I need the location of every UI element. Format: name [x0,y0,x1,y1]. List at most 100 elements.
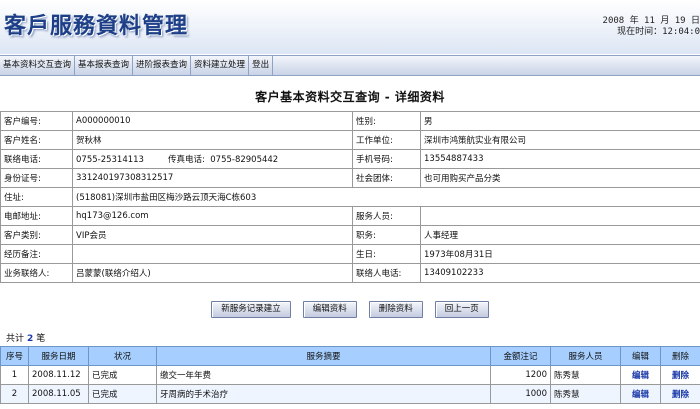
contact-label: 业务联络人: [0,263,73,283]
phone-label: 联络电话: [0,149,73,169]
company-label: 工作单位: [352,130,421,150]
record-count: 共计 2 笔 [6,331,45,344]
mobile-label: 手机号码: [352,149,421,169]
col-header-delete: 删除 [660,346,700,366]
detail-row: 电邮地址: hq173@126.com 服务人员: [0,206,700,226]
id-value: 331240197308312517 [72,168,353,188]
menu-advanced-report[interactable]: 进阶报表查询 [133,56,192,75]
menu-basic-query[interactable]: 基本资料交互查询 [0,56,76,75]
customer-no-value: A000000010 [72,111,353,131]
row-date: 2008.11.05 [28,384,89,404]
menu-logout[interactable]: 登出 [249,56,274,75]
table-row: 2 2008.11.05 已完成 牙周病的手术治疗 1000 陈秀慧 编辑 删除 [0,384,700,404]
position-value: 人事经理 [420,225,700,245]
fax-label: 传真电话: [167,155,205,165]
row-amount: 1000 [490,384,551,404]
table-row: 1 2008.11.12 已完成 缴交一年年费 1200 陈秀慧 编辑 删除 [0,365,700,385]
service-records-table: 序号 服务日期 状况 服务摘要 金额注记 服务人员 编辑 删除 1 2008.1… [0,346,700,404]
group-label: 社会团体: [352,168,421,188]
date-time-box: 2008 年 11 月 19 日 现在时间：12:04:0 [603,16,700,38]
category-value: VIP会员 [72,225,353,245]
detail-row: 联络电话: 0755-25314113 传真电话: 0755-82905442 手… [0,149,700,169]
back-button[interactable]: 回上一页 [434,301,489,318]
row-edit-link[interactable]: 编辑 [620,384,661,404]
row-status: 已完成 [88,365,157,385]
service-staff-label: 服务人员: [352,206,421,226]
row-summary: 牙周病的手术治疗 [156,384,491,404]
main-menu: 基本资料交互查询 基本报表查询 进阶报表查询 资料建立处理 登出 [0,55,700,76]
app-logo-title: 客戶服務資料管理 [4,14,189,39]
company-value: 深圳市鸿策航实业有限公司 [420,130,700,150]
contact-phone-label: 联络人电话: [352,263,421,283]
col-header-staff: 服务人员 [550,346,621,366]
row-amount: 1200 [490,365,551,385]
gender-label: 性别: [352,111,421,131]
phone-fax-cell: 0755-25314113 传真电话: 0755-82905442 [72,149,353,169]
phone-value: 0755-25314113 [76,155,144,165]
record-count-prefix: 共计 [6,334,25,344]
row-status: 已完成 [88,384,157,404]
row-edit-link[interactable]: 编辑 [620,365,661,385]
detail-row: 客户类别: VIP会员 职务: 人事经理 [0,225,700,245]
col-header-edit: 编辑 [620,346,661,366]
detail-row: 客户编号: A000000010 性别: 男 [0,111,700,131]
detail-row: 客户姓名: 贺秋林 工作单位: 深圳市鸿策航实业有限公司 [0,130,700,150]
row-date: 2008.11.12 [28,365,89,385]
row-no: 1 [0,365,29,385]
row-delete-link[interactable]: 删除 [660,365,700,385]
col-header-amount: 金额注记 [490,346,551,366]
gender-value: 男 [420,111,700,131]
row-summary: 缴交一年年费 [156,365,491,385]
record-count-suffix: 笔 [36,334,46,344]
delete-data-button[interactable]: 删除资料 [368,301,423,318]
fax-value: 0755-82905442 [210,155,279,165]
category-label: 客户类别: [0,225,73,245]
contact-value: 吕蒙蒙(联络介绍人) [72,263,353,283]
edit-link-text[interactable]: 编辑 [632,371,649,381]
address-value: (518081)深圳市盐田区梅沙路云顶天海C栋603 [72,187,700,207]
address-label: 住址: [0,187,73,207]
detail-row: 经历备注: 生日: 1973年08月31日 [0,244,700,264]
detail-row: 身份证号: 331240197308312517 社会团体: 也可用购买产品分类 [0,168,700,188]
delete-link-text[interactable]: 删除 [672,371,689,381]
history-value [72,244,353,264]
position-label: 职务: [352,225,421,245]
row-staff: 陈秀慧 [550,365,621,385]
record-count-value: 2 [27,334,34,344]
page-title: 客户基本资料交互查询 - 详细资料 [255,90,445,104]
service-staff-value [420,206,700,226]
email-value: hq173@126.com [72,206,353,226]
col-header-status: 状况 [88,346,157,366]
menu-basic-report[interactable]: 基本报表查询 [75,56,134,75]
email-label: 电邮地址: [0,206,73,226]
detail-row: 住址: (518081)深圳市盐田区梅沙路云顶天海C栋603 [0,187,700,207]
mobile-value: 13554887433 [420,149,700,169]
customer-no-label: 客户编号: [0,111,73,131]
detail-row: 业务联络人: 吕蒙蒙(联络介绍人) 联络人电话: 13409102233 [0,263,700,283]
page-header: 客戶服務資料管理 2008 年 11 月 19 日 现在时间：12:04:0 [0,0,700,54]
row-no: 2 [0,384,29,404]
customer-detail-table: 客户编号: A000000010 性别: 男 客户姓名: 贺秋林 工作单位: 深… [0,111,700,283]
current-time: 现在时间：12:04:0 [617,27,700,37]
delete-link-text[interactable]: 删除 [672,390,689,400]
current-date: 2008 年 11 月 19 日 [602,16,700,26]
action-button-bar: 新服务记录建立 编辑资料 删除资料 回上一页 [0,301,700,318]
edit-link-text[interactable]: 编辑 [632,390,649,400]
history-label: 经历备注: [0,244,73,264]
edit-data-button[interactable]: 编辑资料 [302,301,357,318]
col-header-summary: 服务摘要 [156,346,491,366]
group-value: 也可用购买产品分类 [420,168,700,188]
col-header-no: 序号 [0,346,29,366]
birthday-value: 1973年08月31日 [420,244,700,264]
name-value: 贺秋林 [72,130,353,150]
id-label: 身份证号: [0,168,73,188]
contact-phone-value: 13409102233 [420,263,700,283]
row-staff: 陈秀慧 [550,384,621,404]
table-header-row: 序号 服务日期 状况 服务摘要 金额注记 服务人员 编辑 删除 [0,346,700,366]
row-delete-link[interactable]: 删除 [660,384,700,404]
new-service-record-button[interactable]: 新服务记录建立 [211,301,291,318]
birthday-label: 生日: [352,244,421,264]
col-header-date: 服务日期 [28,346,89,366]
name-label: 客户姓名: [0,130,73,150]
menu-data-create[interactable]: 资料建立处理 [191,56,250,75]
